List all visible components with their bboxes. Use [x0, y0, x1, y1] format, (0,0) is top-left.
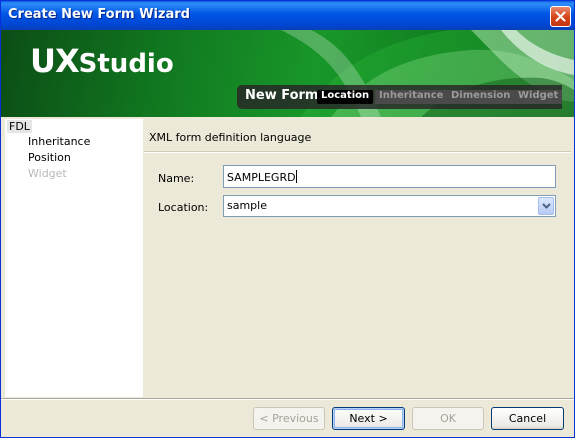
- brand-logo: UXStudio: [30, 42, 174, 80]
- cancel-button[interactable]: Cancel: [491, 407, 564, 430]
- wizard-banner: UXStudio New Form Location Inheritance D…: [1, 30, 574, 117]
- tree-item-inheritance[interactable]: Inheritance: [28, 135, 90, 148]
- close-icon: [555, 11, 566, 22]
- footer-divider: [1, 398, 574, 400]
- name-input-value: SAMPLEGRD: [227, 171, 296, 184]
- next-button[interactable]: Next >: [332, 407, 405, 430]
- tree-panel: FDL Inheritance Position Widget: [5, 119, 143, 397]
- wizard-window: Create New Form Wizard UXStudio New Form…: [0, 0, 575, 438]
- location-label: Location:: [158, 201, 209, 214]
- step-location: Location: [317, 90, 374, 104]
- section-divider: [144, 151, 571, 153]
- name-input[interactable]: SAMPLEGRD: [223, 165, 556, 188]
- step-inheritance: Inheritance: [375, 90, 448, 104]
- tree-item-widget: Widget: [28, 167, 67, 180]
- window-title: Create New Form Wizard: [8, 7, 190, 22]
- name-label: Name:: [158, 172, 195, 185]
- close-button[interactable]: [550, 6, 571, 27]
- ok-button[interactable]: OK: [412, 407, 484, 430]
- location-select-value: sample: [227, 199, 267, 212]
- section-title: XML form definition language: [149, 131, 312, 144]
- step-widget: Widget: [514, 90, 563, 104]
- location-select[interactable]: sample: [223, 195, 556, 217]
- tree-item-fdl[interactable]: FDL: [7, 120, 32, 133]
- tree-item-position[interactable]: Position: [28, 151, 71, 164]
- dropdown-button[interactable]: [538, 197, 554, 215]
- brand-ux-text: UX: [30, 42, 80, 80]
- steps-title: New Form: [245, 88, 319, 103]
- chevron-down-icon: [541, 203, 551, 209]
- brand-studio-text: Studio: [78, 49, 174, 79]
- step-dimension: Dimension: [447, 90, 515, 104]
- wizard-steps-bar: New Form Location Inheritance Dimension …: [237, 85, 563, 109]
- previous-button[interactable]: < Previous: [253, 407, 325, 430]
- title-bar[interactable]: Create New Form Wizard: [1, 1, 574, 30]
- text-caret: [295, 170, 297, 183]
